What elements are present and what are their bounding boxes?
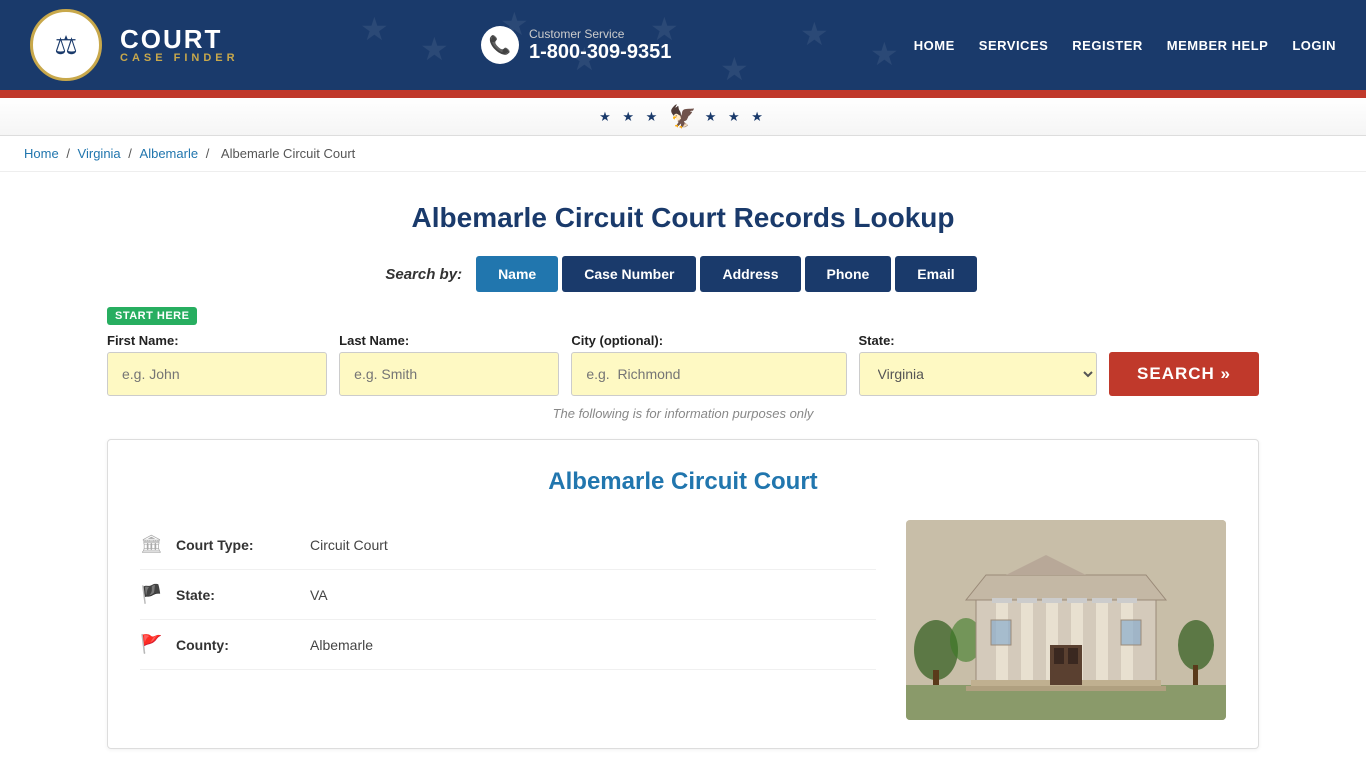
state-label: State: — [859, 333, 1098, 348]
state-row: 🏴 State: VA — [140, 570, 876, 620]
star-decoration: ★ — [800, 15, 829, 53]
header-phone-area: 📞 Customer Service 1-800-309-9351 — [481, 26, 671, 64]
site-header: ★ ★ ★ ★ ★ ★ ★ ★ ⚖ COURT CASE FINDER 📞 Cu… — [0, 0, 1366, 90]
eagle-icon: 🦅 — [669, 104, 696, 130]
phone-icon: 📞 — [481, 26, 519, 64]
search-form-area: START HERE First Name: Last Name: City (… — [107, 306, 1259, 396]
eagle-banner: ★ ★ ★ 🦅 ★ ★ ★ — [0, 98, 1366, 136]
first-name-group: First Name: — [107, 333, 327, 396]
phone-text: Customer Service 1-800-309-9351 — [529, 27, 671, 64]
info-note: The following is for information purpose… — [107, 406, 1259, 421]
court-card: Albemarle Circuit Court 🏛 Court Type: Ci… — [107, 439, 1259, 749]
star-decoration: ★ — [360, 10, 389, 48]
eagle-accent: ★ ★ ★ 🦅 ★ ★ ★ — [599, 104, 767, 130]
star-decoration: ★ — [420, 30, 449, 68]
search-by-row: Search by: Name Case Number Address Phon… — [107, 256, 1259, 292]
city-group: City (optional): — [571, 333, 846, 396]
star-decoration: ★ — [720, 50, 749, 88]
stars-left: ★ ★ ★ — [599, 109, 661, 125]
court-image-area — [906, 520, 1226, 720]
star-decoration: ★ — [870, 35, 899, 73]
tab-phone[interactable]: Phone — [805, 256, 892, 292]
state-row-value: VA — [310, 587, 328, 603]
city-input[interactable] — [571, 352, 846, 396]
court-building-image — [906, 520, 1226, 720]
breadcrumb-current: Albemarle Circuit Court — [221, 146, 355, 161]
court-card-body: 🏛 Court Type: Circuit Court 🏴 State: VA … — [140, 520, 1226, 720]
nav-register[interactable]: REGISTER — [1072, 38, 1142, 53]
tab-address[interactable]: Address — [700, 256, 800, 292]
red-banner — [0, 90, 1366, 98]
tab-name[interactable]: Name — [476, 256, 558, 292]
breadcrumb-sep-3: / — [206, 146, 213, 161]
city-label: City (optional): — [571, 333, 846, 348]
first-name-label: First Name: — [107, 333, 327, 348]
customer-service-label: Customer Service — [529, 27, 671, 41]
court-type-value: Circuit Court — [310, 537, 388, 553]
breadcrumb-home[interactable]: Home — [24, 146, 59, 161]
county-row: 🚩 County: Albemarle — [140, 620, 876, 670]
nav-home[interactable]: HOME — [914, 38, 955, 53]
last-name-group: Last Name: — [339, 333, 559, 396]
last-name-label: Last Name: — [339, 333, 559, 348]
court-card-title: Albemarle Circuit Court — [140, 468, 1226, 496]
state-group: State: Virginia Alabama Alaska Arizona A… — [859, 333, 1098, 396]
start-here-badge: START HERE — [107, 307, 197, 325]
court-info-list: 🏛 Court Type: Circuit Court 🏴 State: VA … — [140, 520, 876, 720]
county-value: Albemarle — [310, 637, 373, 653]
state-select[interactable]: Virginia Alabama Alaska Arizona Arkansas… — [859, 352, 1098, 396]
logo-circle: ⚖ — [30, 9, 102, 81]
main-content: Albemarle Circuit Court Records Lookup S… — [83, 172, 1283, 769]
stars-right: ★ ★ ★ — [705, 109, 767, 125]
header-logo-area: ⚖ COURT CASE FINDER — [30, 9, 239, 81]
breadcrumb-sep-1: / — [66, 146, 73, 161]
tab-email[interactable]: Email — [895, 256, 976, 292]
phone-number: 1-800-309-9351 — [529, 41, 671, 64]
court-type-label: Court Type: — [176, 537, 296, 553]
logo-subtitle: CASE FINDER — [120, 52, 239, 64]
main-nav: HOME SERVICES REGISTER MEMBER HELP LOGIN — [914, 38, 1336, 53]
county-icon: 🚩 — [140, 634, 162, 655]
nav-member-help[interactable]: MEMBER HELP — [1167, 38, 1269, 53]
breadcrumb-sep-2: / — [128, 146, 135, 161]
search-fields: First Name: Last Name: City (optional): … — [107, 333, 1259, 396]
nav-login[interactable]: LOGIN — [1292, 38, 1336, 53]
first-name-input[interactable] — [107, 352, 327, 396]
breadcrumb: Home / Virginia / Albemarle / Albemarle … — [0, 136, 1366, 172]
logo-text: COURT CASE FINDER — [120, 26, 239, 64]
last-name-input[interactable] — [339, 352, 559, 396]
courthouse-svg — [906, 520, 1226, 720]
county-label: County: — [176, 637, 296, 653]
breadcrumb-county[interactable]: Albemarle — [140, 146, 199, 161]
search-button[interactable]: SEARCH » — [1109, 352, 1259, 396]
court-type-row: 🏛 Court Type: Circuit Court — [140, 520, 876, 570]
logo-court-text: COURT — [120, 26, 239, 52]
search-by-label: Search by: — [385, 266, 462, 283]
state-icon: 🏴 — [140, 584, 162, 605]
page-title: Albemarle Circuit Court Records Lookup — [107, 202, 1259, 234]
nav-services[interactable]: SERVICES — [979, 38, 1049, 53]
tab-case-number[interactable]: Case Number — [562, 256, 696, 292]
court-type-icon: 🏛 — [140, 534, 162, 555]
breadcrumb-state[interactable]: Virginia — [78, 146, 121, 161]
state-row-label: State: — [176, 587, 296, 603]
logo-icon: ⚖ — [54, 30, 77, 61]
